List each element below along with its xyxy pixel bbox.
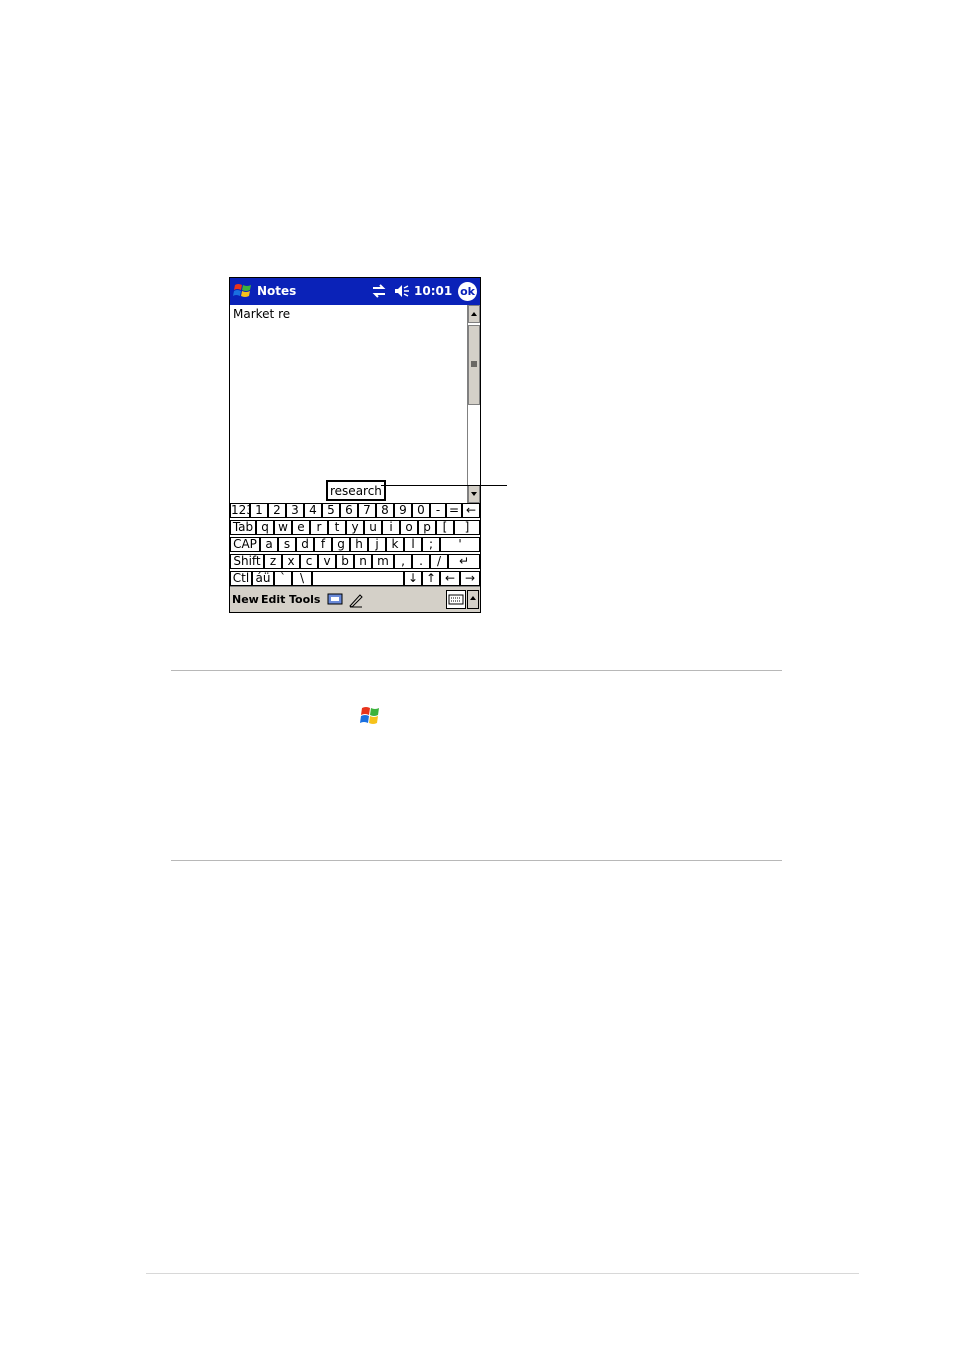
- keyboard-key[interactable]: h: [350, 537, 368, 552]
- keyboard-key[interactable]: b: [336, 554, 354, 569]
- keyboard-key[interactable]: c: [300, 554, 318, 569]
- keyboard-key[interactable]: 3: [286, 503, 304, 518]
- keyboard-key[interactable]: k: [386, 537, 404, 552]
- connectivity-icon[interactable]: [371, 283, 387, 299]
- note-editor[interactable]: Market re: [230, 305, 467, 505]
- menu-tools[interactable]: Tools: [289, 593, 320, 606]
- keyboard-key[interactable]: 4: [304, 503, 322, 518]
- keyboard-key[interactable]: t: [328, 520, 346, 535]
- keyboard-key[interactable]: áü: [252, 571, 274, 586]
- grip-icon: [471, 361, 477, 367]
- keyboard-key[interactable]: ;: [422, 537, 440, 552]
- keyboard-row-3: CAP a s d f g h j k l; ': [230, 537, 480, 554]
- keyboard-key[interactable]: ↵: [448, 554, 480, 569]
- keyboard-key[interactable]: [: [436, 520, 454, 535]
- keyboard-key[interactable]: n: [354, 554, 372, 569]
- keyboard-key[interactable]: =: [446, 503, 462, 518]
- keyboard-key[interactable]: w: [274, 520, 292, 535]
- keyboard-key[interactable]: Tab: [230, 520, 256, 535]
- keyboard-key[interactable]: r: [310, 520, 328, 535]
- keyboard-key[interactable]: Shift: [230, 554, 264, 569]
- keyboard-key[interactable]: l: [404, 537, 422, 552]
- recording-icon[interactable]: [327, 593, 343, 605]
- keyboard-key[interactable]: u: [364, 520, 382, 535]
- keyboard-key[interactable]: ↑: [422, 571, 440, 586]
- keyboard-icon[interactable]: [446, 590, 466, 609]
- clock[interactable]: 10:01: [414, 284, 452, 298]
- keyboard-key[interactable]: 0: [412, 503, 430, 518]
- keyboard-key[interactable]: j: [368, 537, 386, 552]
- keyboard-key[interactable]: a: [260, 537, 278, 552]
- menu-new[interactable]: New: [232, 593, 259, 606]
- keyboard-key[interactable]: 6: [340, 503, 358, 518]
- menu-edit[interactable]: Edit: [261, 593, 285, 606]
- soft-keyboard: 1231234567890-=← Tabqwertyuiop[] CAPasdf…: [230, 503, 480, 587]
- keyboard-key[interactable]: 5: [322, 503, 340, 518]
- menu-bar: New Edit Tools: [230, 586, 480, 612]
- keyboard-key[interactable]: y: [346, 520, 364, 535]
- keyboard-key[interactable]: 9: [394, 503, 412, 518]
- keyboard-key[interactable]: o: [400, 520, 418, 535]
- keyboard-key[interactable]: ': [440, 537, 480, 552]
- keyboard-key[interactable]: /: [430, 554, 448, 569]
- speaker-icon[interactable]: [393, 283, 411, 299]
- keyboard-key[interactable]: f: [314, 537, 332, 552]
- scroll-thumb[interactable]: [468, 325, 480, 405]
- keyboard-key[interactable]: g: [332, 537, 350, 552]
- callout-line: [381, 485, 507, 486]
- keyboard-row-2: Tab q w e r t y u i o p[]: [230, 520, 480, 537]
- keyboard-key[interactable]: 123: [230, 503, 250, 518]
- footer-rule: [146, 1273, 859, 1274]
- keyboard-key[interactable]: ,: [394, 554, 412, 569]
- keyboard-key[interactable]: i: [382, 520, 400, 535]
- keyboard-key[interactable]: \: [292, 571, 312, 586]
- app-title: Notes: [257, 284, 297, 298]
- keyboard-key[interactable]: ←: [440, 571, 460, 586]
- keyboard-key[interactable]: -: [430, 503, 446, 518]
- keyboard-key[interactable]: p: [418, 520, 436, 535]
- keyboard-key[interactable]: CAP: [230, 537, 260, 552]
- keyboard-key[interactable]: 2: [268, 503, 286, 518]
- keyboard-key[interactable]: Ctl: [230, 571, 252, 586]
- input-selector-arrow-icon[interactable]: [467, 590, 479, 609]
- keyboard-key[interactable]: 1: [250, 503, 268, 518]
- vertical-scrollbar[interactable]: [467, 305, 480, 503]
- divider-top: [171, 670, 782, 671]
- keyboard-key[interactable]: ←: [462, 503, 480, 518]
- keyboard-key[interactable]: →: [460, 571, 480, 586]
- keyboard-key[interactable]: q: [256, 520, 274, 535]
- keyboard-key[interactable]: d: [296, 537, 314, 552]
- divider-bottom: [171, 860, 782, 861]
- keyboard-row-4: Shift z x c v b n m,. / ↵: [230, 554, 480, 571]
- arrow-up-icon: [471, 312, 477, 316]
- keyboard-key[interactable]: .: [412, 554, 430, 569]
- note-text: Market re: [233, 307, 291, 321]
- keyboard-row-1: 1231234567890-=←: [230, 503, 480, 520]
- keyboard-key[interactable]: v: [318, 554, 336, 569]
- scroll-up-button[interactable]: [468, 305, 480, 323]
- keyboard-key[interactable]: 7: [358, 503, 376, 518]
- ok-button[interactable]: ok: [458, 282, 477, 301]
- pen-icon[interactable]: [348, 592, 364, 608]
- scroll-down-button[interactable]: [468, 485, 480, 503]
- keyboard-key[interactable]: m: [372, 554, 394, 569]
- windows-flag-icon[interactable]: [232, 280, 254, 302]
- keyboard-key[interactable]: e: [292, 520, 310, 535]
- windows-flag-icon: [360, 707, 379, 724]
- keyboard-key[interactable]: 8: [376, 503, 394, 518]
- pocket-pc-screen: Notes 10:01 ok Market re research 123123…: [229, 277, 481, 613]
- arrow-down-icon: [471, 492, 477, 496]
- keyboard-key[interactable]: s: [278, 537, 296, 552]
- keyboard-key[interactable]: ↓: [404, 571, 422, 586]
- title-bar: Notes 10:01 ok: [230, 278, 480, 305]
- keyboard-key[interactable]: z: [264, 554, 282, 569]
- keyboard-key[interactable]: `: [274, 571, 292, 586]
- key-space[interactable]: [312, 571, 404, 586]
- word-suggestion[interactable]: research: [326, 480, 386, 501]
- keyboard-key[interactable]: x: [282, 554, 300, 569]
- keyboard-key[interactable]: ]: [454, 520, 480, 535]
